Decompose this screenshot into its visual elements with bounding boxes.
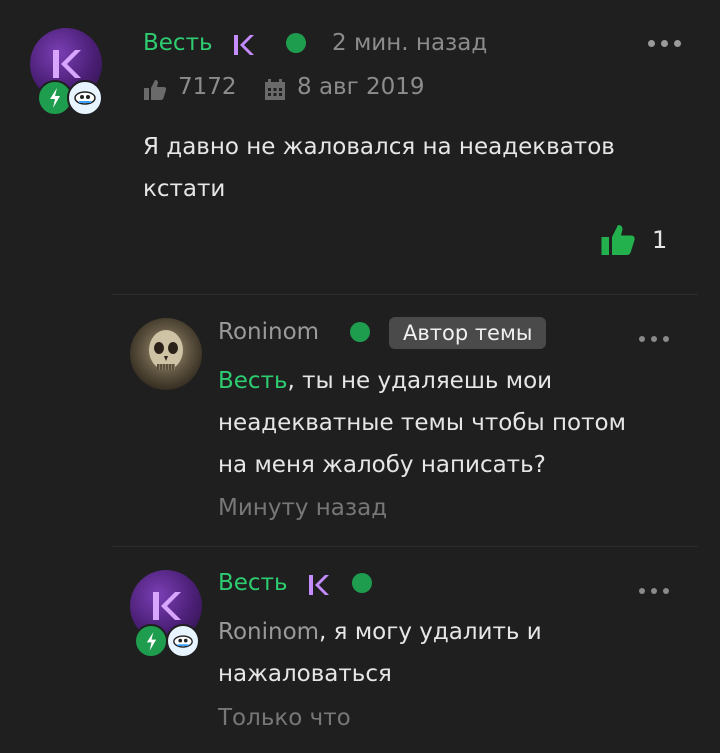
reply-text-line2: неадекватные темы чтобы потом <box>218 410 626 436</box>
topic-author-badge: Автор темы <box>389 317 547 349</box>
reply-time: Минуту назад <box>218 495 388 521</box>
more-options-button[interactable] <box>648 40 681 47</box>
reply-text-line1: Весть, ты не удаляешь мои <box>218 360 552 402</box>
reply-text-fragment: , ты не удаляешь мои <box>287 368 553 394</box>
k-logo-icon <box>53 50 81 78</box>
comment-text-line2: кстати <box>143 176 226 202</box>
sticker-badge-icon <box>67 80 103 116</box>
like-count: 1 <box>652 226 668 254</box>
k-badge-icon <box>234 35 254 55</box>
more-options-button[interactable] <box>639 588 669 594</box>
k-badge-icon <box>309 575 329 595</box>
reply-text-line3: на меня жалобу написать? <box>218 452 546 478</box>
reply-author[interactable]: Весть <box>218 570 288 596</box>
online-status-dot <box>350 322 370 342</box>
reply-text-fragment: , я могу удалить и <box>319 619 542 645</box>
reply-author[interactable]: Roninom <box>218 319 319 345</box>
k-logo-icon <box>153 592 181 620</box>
sticker-badge-icon <box>166 624 200 658</box>
comment-author[interactable]: Весть <box>143 30 213 56</box>
online-status-dot <box>352 573 372 593</box>
reply-text-line1: Roninom, я могу удалить и <box>218 611 542 653</box>
divider <box>112 546 698 547</box>
divider <box>112 294 698 295</box>
comment-text-line1: Я давно не жаловался на неадекватов <box>143 134 615 160</box>
author-likes-total: 7172 <box>178 74 237 100</box>
mention-link[interactable]: Весть <box>218 368 288 394</box>
thumbs-up-icon <box>144 80 167 100</box>
reply-time: Только что <box>218 705 351 731</box>
reply-text-line2: нажаловаться <box>218 661 392 687</box>
registration-date: 8 авг 2019 <box>297 74 425 100</box>
like-button-icon[interactable] <box>600 222 636 258</box>
skull-avatar-icon <box>149 330 183 370</box>
lightning-badge-icon <box>134 624 168 658</box>
calendar-icon <box>265 79 285 100</box>
online-status-dot <box>286 33 306 53</box>
more-options-button[interactable] <box>639 336 669 342</box>
comment-time: 2 мин. назад <box>332 30 488 56</box>
avatar[interactable] <box>130 318 202 390</box>
mention-link[interactable]: Roninom <box>218 619 319 645</box>
